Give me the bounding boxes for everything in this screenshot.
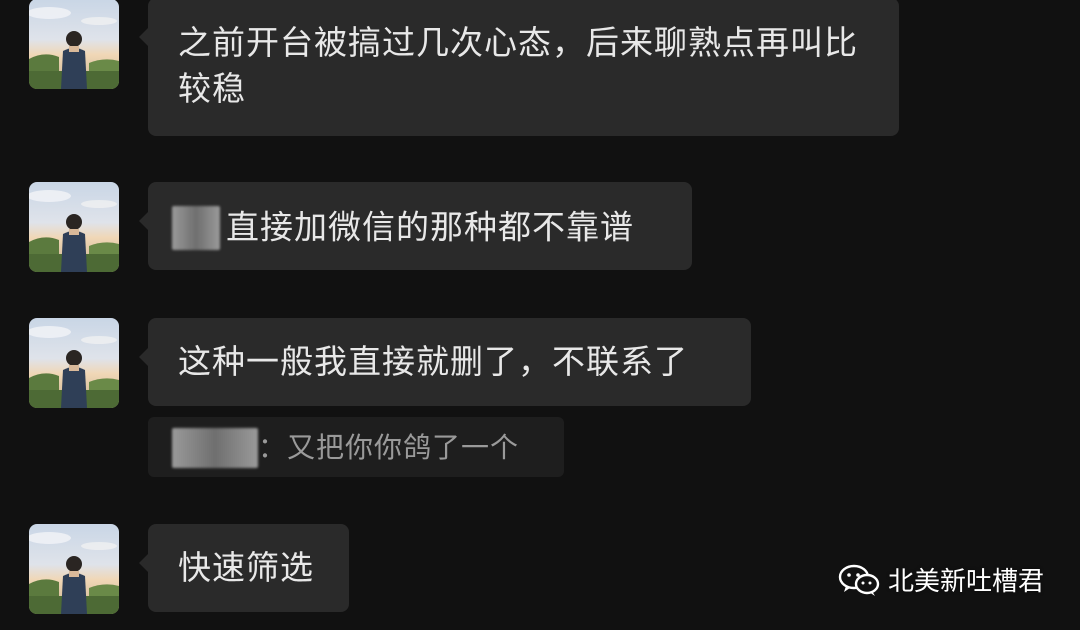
redacted-name bbox=[172, 205, 220, 250]
wechat-icon bbox=[838, 563, 880, 597]
avatar-image bbox=[29, 182, 119, 272]
message-bubble[interactable]: 之前开台被搞过几次心态，后来聊熟点再叫比较稳 bbox=[139, 0, 899, 136]
message-bubble[interactable]: 这种一般我直接就删了，不联系了 bbox=[139, 318, 751, 406]
avatar-image bbox=[29, 524, 119, 614]
avatar-image bbox=[29, 0, 119, 89]
quote-text: 又把你你鸽了一个 bbox=[287, 431, 520, 464]
avatar[interactable] bbox=[29, 182, 119, 272]
message-text: 这种一般我直接就删了，不联系了 bbox=[178, 342, 688, 381]
quote-separator: ： bbox=[258, 431, 288, 464]
quoted-reply[interactable]: ：又把你你鸽了一个 bbox=[148, 417, 564, 477]
watermark: 北美新吐槽君 bbox=[838, 561, 1044, 598]
message-text: 之前开台被搞过几次心态，后来聊熟点再叫比较稳 bbox=[178, 23, 858, 108]
avatar-image bbox=[29, 318, 119, 408]
avatar[interactable] bbox=[29, 318, 119, 408]
redacted-name bbox=[172, 428, 258, 468]
avatar[interactable] bbox=[29, 524, 119, 614]
avatar[interactable] bbox=[29, 0, 119, 89]
message-bubble[interactable]: 快速筛选 bbox=[139, 524, 349, 612]
message-text: 直接加微信的那种都不靠谱 bbox=[226, 207, 634, 247]
watermark-text: 北美新吐槽君 bbox=[887, 567, 1044, 597]
message-text: 快速筛选 bbox=[178, 548, 314, 587]
message-bubble[interactable]: 直接加微信的那种都不靠谱 bbox=[139, 182, 692, 270]
